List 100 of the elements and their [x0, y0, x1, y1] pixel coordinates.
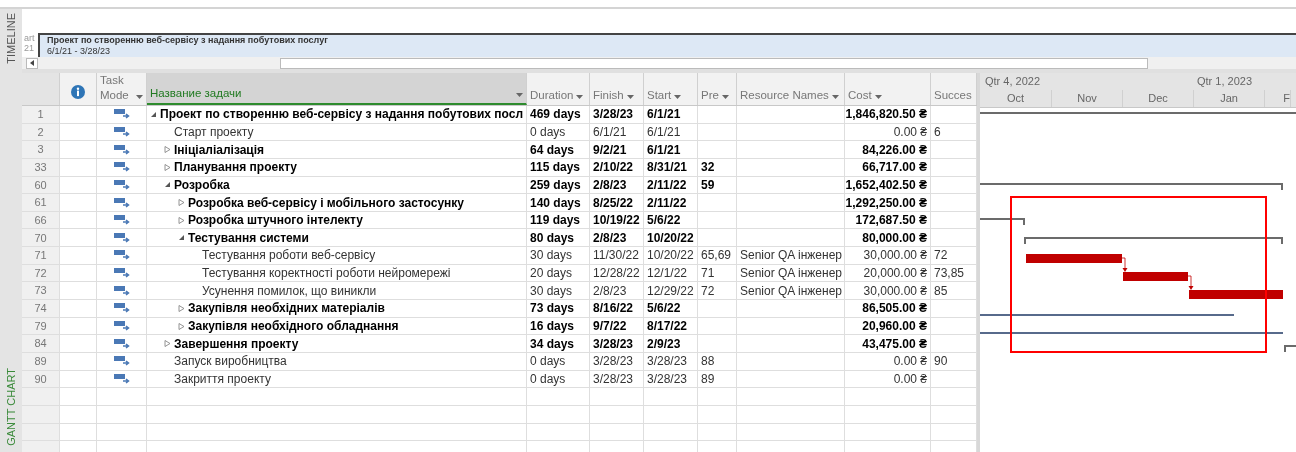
table-cell: 3/28/23	[590, 370, 644, 389]
row-number: 73	[22, 282, 60, 301]
collapsed-triangle-icon[interactable]	[178, 322, 185, 330]
timeline-bar-title: Проект по створенню веб-сервісу з надання побутових послуг	[47, 35, 329, 46]
task-name: Тестування роботи веб-сервісу	[202, 247, 376, 265]
table-cell: 64 days	[527, 141, 590, 159]
expanded-triangle-icon[interactable]	[164, 181, 171, 189]
table-cell: 12/1/22	[644, 264, 698, 283]
collapsed-triangle-icon[interactable]	[164, 163, 171, 171]
table-cell: 115 days	[527, 158, 590, 177]
table-cell: 6/1/21	[590, 123, 644, 142]
table-cell: 65,69	[698, 247, 737, 265]
timeline-label: 21	[24, 43, 35, 53]
table-cell: 3/28/23	[644, 370, 698, 389]
table-cell	[698, 300, 737, 318]
table-cell: 66,717.00 ₴	[845, 158, 931, 177]
task-name: Усунення помилок, що виникли	[202, 282, 377, 300]
collapsed-triangle-icon[interactable]	[178, 216, 185, 224]
table-cell: 30,000.00 ₴	[845, 247, 931, 265]
column-header[interactable]: Cost	[845, 73, 931, 105]
caret-icon[interactable]	[576, 95, 584, 99]
task-name: Розробка	[174, 176, 230, 194]
caret-icon[interactable]	[516, 93, 523, 97]
table-cell: 8/31/21	[644, 158, 698, 177]
month-label: Dec	[1123, 90, 1194, 107]
table-cell: 20,960.00 ₴	[845, 317, 931, 336]
table-cell: 6/1/21	[644, 141, 698, 159]
task-bar-with-link[interactable]	[1026, 254, 1128, 272]
task-mode-icon	[113, 373, 130, 384]
task-mode-icon	[113, 162, 130, 173]
caret-icon[interactable]	[626, 95, 634, 99]
quarter-label: Qtr 1, 2023	[1197, 74, 1253, 90]
table-cell	[527, 388, 590, 406]
scroll-left-button[interactable]	[26, 57, 38, 69]
table-cell	[590, 423, 644, 442]
table-cell: 88	[698, 352, 737, 371]
table-cell: 86,505.00 ₴	[845, 300, 931, 318]
task-name: Закупівля необхідного обладнання	[188, 318, 399, 335]
caret-icon[interactable]	[874, 95, 882, 99]
column-header[interactable]: Pre	[698, 73, 737, 105]
row-number: 84	[22, 335, 60, 353]
table-cell: 34 days	[527, 335, 590, 353]
table-cell: 8/25/22	[590, 194, 644, 212]
column-header[interactable]: Start	[644, 73, 698, 105]
task-name: Запуск виробництва	[174, 353, 287, 371]
table-cell: 9/7/22	[590, 317, 644, 336]
collapsed-triangle-icon[interactable]	[164, 340, 171, 348]
table-cell: 30 days	[527, 247, 590, 265]
timeline-bar[interactable]: Проект по створенню веб-сервісу з надання побутових послуг 6/1/21 - 3/28/23	[38, 33, 1296, 57]
table-cell	[644, 388, 698, 406]
expanded-triangle-icon[interactable]	[178, 234, 185, 242]
table-cell: 3/28/23	[590, 352, 644, 371]
collapsed-triangle-icon[interactable]	[178, 304, 185, 312]
table-cell: 259 days	[527, 176, 590, 195]
table-cell: 10/19/22	[590, 211, 644, 230]
table-cell: 12/29/22	[644, 282, 698, 301]
table-cell: 8/16/22	[590, 300, 644, 318]
caret-icon[interactable]	[831, 95, 839, 99]
column-header[interactable]: Finish	[590, 73, 644, 105]
table-cell: 172,687.50 ₴	[845, 211, 931, 230]
table-cell	[60, 423, 97, 442]
expanded-triangle-icon[interactable]	[150, 110, 157, 118]
caret-icon[interactable]	[136, 95, 143, 99]
task-mode-icon	[113, 321, 130, 331]
table-cell: 32	[698, 158, 737, 177]
timeline-label: art	[24, 33, 36, 43]
task-name: Закриття проекту	[174, 370, 271, 388]
table-cell: 10/20/22	[644, 247, 698, 265]
table-cell	[97, 405, 147, 424]
task-mode-icon	[113, 268, 130, 279]
caret-icon[interactable]	[721, 95, 729, 99]
table-cell: 12/28/22	[590, 264, 644, 283]
caret-icon[interactable]	[674, 95, 682, 99]
month-label: F	[1265, 90, 1291, 107]
column-header[interactable]: Succes	[931, 73, 977, 105]
table-cell: 6/1/21	[644, 123, 698, 142]
collapsed-triangle-icon[interactable]	[178, 199, 185, 206]
scroll-thumb[interactable]	[280, 57, 1148, 69]
table-cell	[698, 317, 737, 336]
table-cell: 119 days	[527, 211, 590, 230]
table-cell: 80,000.00 ₴	[845, 229, 931, 248]
column-header[interactable]: Название задачи	[147, 73, 527, 105]
task-mode-icon	[113, 338, 130, 349]
task-bar-with-link[interactable]	[1123, 272, 1194, 290]
column-header[interactable]	[60, 73, 97, 105]
task-name: Старт проекту	[174, 123, 254, 141]
column-header[interactable]: Resource Names	[737, 73, 845, 105]
column-header[interactable]: Task Mode	[97, 73, 147, 105]
table-cell	[698, 229, 737, 248]
table-cell: Senior QA інженер	[737, 264, 845, 283]
task-mode-icon	[113, 144, 130, 155]
table-cell: 0.00 ₴	[845, 352, 931, 371]
table-cell: 3/28/23	[644, 352, 698, 371]
table-cell: 0.00 ₴	[845, 123, 931, 142]
task-name: Закупівля необхідних матеріалів	[188, 300, 385, 318]
table-cell: 3/28/23	[590, 335, 644, 353]
task-mode-icon	[113, 109, 130, 120]
column-header[interactable]: Duration	[527, 73, 590, 105]
table-cell: 11/30/22	[590, 247, 644, 265]
collapsed-triangle-icon[interactable]	[164, 146, 171, 154]
